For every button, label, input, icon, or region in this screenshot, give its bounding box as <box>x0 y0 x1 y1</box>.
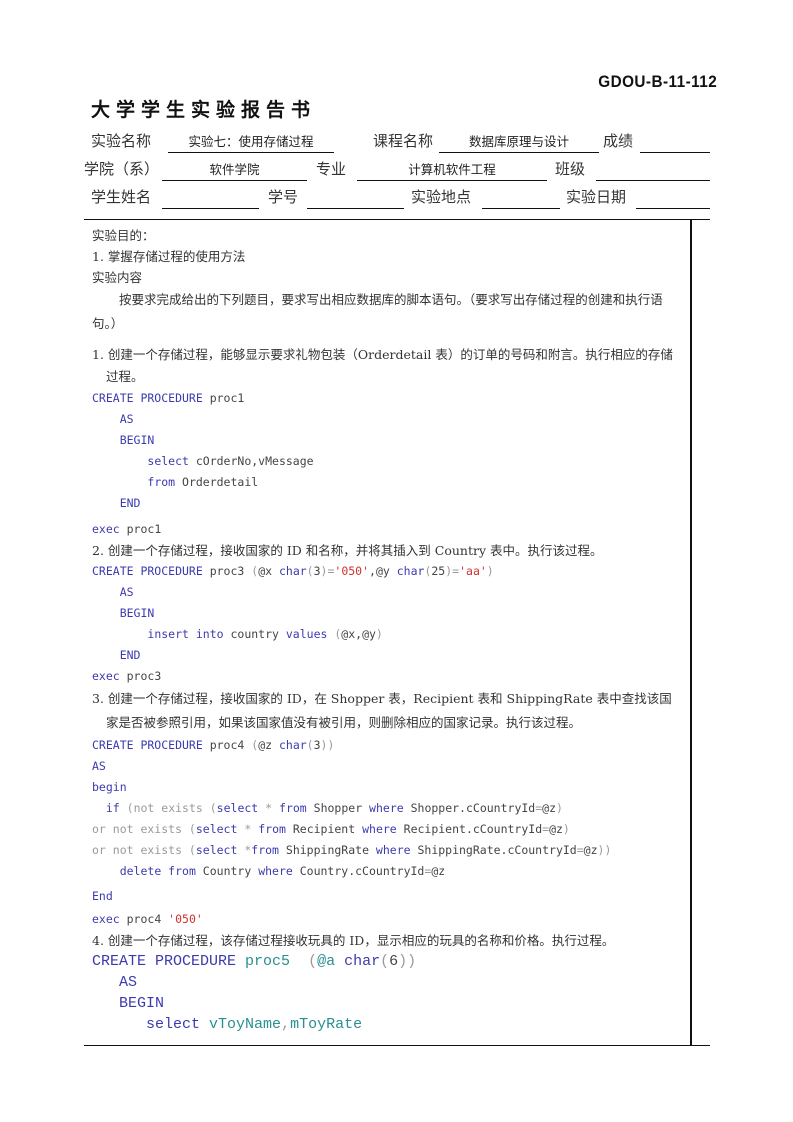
student-name-field[interactable] <box>162 188 259 209</box>
code-line: AS <box>92 759 106 773</box>
instructions: 按要求完成给出的下列题目，要求写出相应数据库的脚本语句。（要求写出存储过程的创建… <box>92 292 663 331</box>
kw-begin: BEGIN <box>119 433 155 447</box>
purpose-heading: 实验目的： <box>92 228 155 243</box>
code-line: CREATE PROCEDURE proc4 (@z char(3)) <box>92 738 335 752</box>
code-line: or not exists (select *from ShippingRate… <box>92 843 612 857</box>
task-4-text: 4. 创建一个存储过程，该存储过程接收玩具的 ID，显示相应的玩具的名称和价格。… <box>92 933 615 948</box>
report-title: 大学学生实验报告书 <box>91 99 317 121</box>
code-line: from Orderdetail <box>147 475 259 489</box>
task-3-text: 3. 创建一个存储过程，接收国家的 ID，在 Shopper 表，Recipie… <box>92 691 672 730</box>
student-id-field[interactable] <box>307 188 404 209</box>
right-column-divider <box>690 220 692 1045</box>
grade-label: 成绩 <box>603 132 634 150</box>
code-line: exec proc3 <box>92 669 162 683</box>
code-line: BEGIN <box>119 995 165 1012</box>
kw-as: AS <box>119 412 134 426</box>
code-line: begin <box>92 780 127 794</box>
code-line: END <box>92 493 684 514</box>
college-field[interactable]: 软件学院 <box>162 160 307 181</box>
location-label: 实验地点 <box>411 188 472 206</box>
content-body: 实验目的： 1. 掌握存储过程的使用方法 实验内容 按要求完成给出的下列题目，要… <box>92 225 684 1035</box>
experiment-name-field[interactable]: 实验七：使用存储过程 <box>168 132 334 153</box>
class-field[interactable] <box>596 160 710 181</box>
info-row-1: 实验名称 实验七：使用存储过程 课程名称 数据库原理与设计 成绩 <box>84 131 710 153</box>
location-field[interactable] <box>482 188 560 209</box>
task-3-code: CREATE PROCEDURE proc4 (@z char(3)) AS b… <box>92 735 684 930</box>
task-2-text: 2. 创建一个存储过程，接收国家的 ID 和名称，并将其插入到 Country … <box>92 543 603 558</box>
code-line: delete from Country where Country.cCount… <box>119 864 446 878</box>
kw-create-procedure: CREATE PROCEDURE <box>92 391 203 405</box>
class-label: 班级 <box>555 160 586 178</box>
grade-field[interactable] <box>640 132 710 153</box>
kw-select: select <box>147 454 189 468</box>
kw-from: from <box>147 475 176 489</box>
info-row-3: 学生姓名 学号 实验地点 实验日期 <box>84 187 710 209</box>
kw-end: END <box>119 496 141 510</box>
code-line: End <box>92 889 113 903</box>
task-1-code: CREATE PROCEDURE proc1 AS BEGIN select c… <box>92 388 684 540</box>
code-line: AS <box>119 974 138 991</box>
code-line: or not exists (select * from Recipient w… <box>92 822 570 836</box>
code-line: select vToyName,mToyRate <box>146 1016 363 1033</box>
code-line: BEGIN <box>92 430 684 451</box>
code-line: AS <box>92 409 684 430</box>
info-row-2: 学院（系） 软件学院 专业 计算机软件工程 班级 <box>84 159 710 181</box>
code-line: insert into country values (@x,@y) <box>147 627 383 641</box>
content-heading: 实验内容 <box>92 270 143 285</box>
task-4-code: CREATE PROCEDURE proc5 (@a char(6)) AS B… <box>92 951 684 1035</box>
task-2-code: CREATE PROCEDURE proc3 (@x char(3)='050'… <box>92 561 684 687</box>
document-code: GDOU-B-11-112 <box>598 72 717 91</box>
student-name-label: 学生姓名 <box>91 188 152 206</box>
purpose-item: 1. 掌握存储过程的使用方法 <box>92 249 246 264</box>
code-line: if (not exists (select * from Shopper wh… <box>105 801 563 815</box>
experiment-name-label: 实验名称 <box>91 132 152 150</box>
date-field[interactable] <box>636 188 710 209</box>
code-line: select cOrderNo,vMessage <box>147 454 314 468</box>
code-line: exec proc4 '050' <box>92 912 203 926</box>
course-name-field[interactable]: 数据库原理与设计 <box>439 132 599 153</box>
code-line: CREATE PROCEDURE proc5 (@a char(6)) <box>92 953 417 970</box>
code-line: CREATE PROCEDURE proc3 (@x char(3)='050'… <box>92 564 494 578</box>
kw-exec: exec <box>92 522 120 536</box>
task-1-text: 1. 创建一个存储过程，能够显示要求礼物包装（Orderdetail 表）的订单… <box>92 347 673 384</box>
college-label: 学院（系） <box>84 160 160 178</box>
content-box: 实验目的： 1. 掌握存储过程的使用方法 实验内容 按要求完成给出的下列题目，要… <box>84 219 710 1046</box>
course-name-label: 课程名称 <box>373 132 434 150</box>
code-line: AS <box>119 585 134 599</box>
major-field[interactable]: 计算机软件工程 <box>357 160 547 181</box>
code-line: END <box>119 648 141 662</box>
code-line: CREATE PROCEDURE proc1 <box>92 391 245 405</box>
code-line: exec proc1 <box>92 522 162 536</box>
major-label: 专业 <box>316 160 347 178</box>
student-id-label: 学号 <box>268 188 299 206</box>
date-label: 实验日期 <box>566 188 627 206</box>
code-line: BEGIN <box>119 606 155 620</box>
